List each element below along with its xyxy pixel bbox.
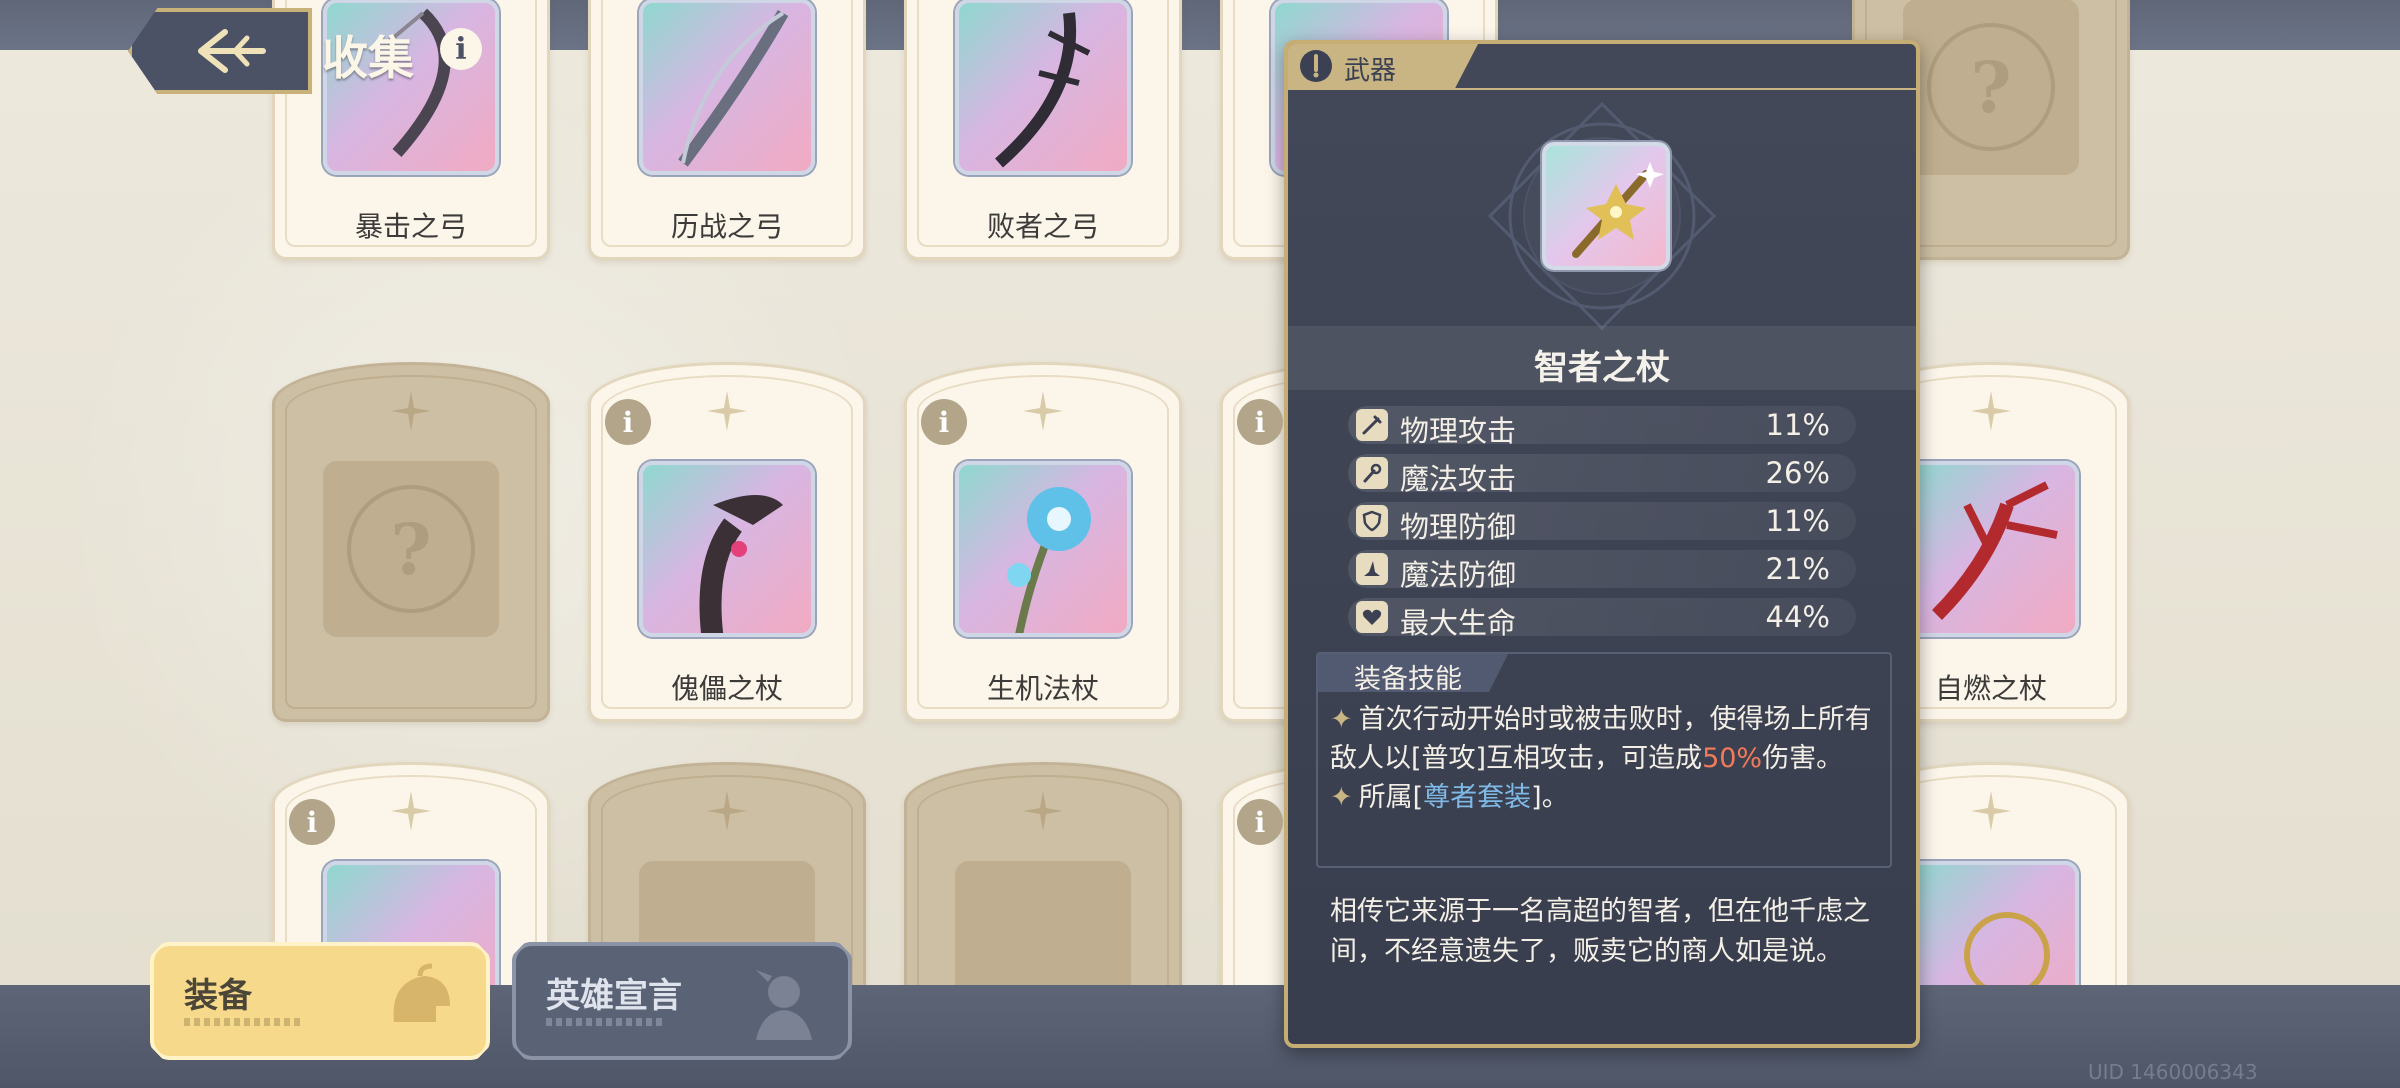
stat-row: 魔法防御 21% [1348, 550, 1856, 592]
stat-value: 26% [1765, 456, 1830, 490]
item-name: 智者之杖 [1534, 348, 1670, 388]
sparkle-icon [1023, 791, 1063, 831]
damage-percent: 50% [1702, 743, 1763, 774]
weapon-card[interactable]: i 生机法杖 [904, 362, 1182, 722]
back-button[interactable] [128, 8, 312, 94]
skill-title: 装备技能 [1354, 664, 1462, 695]
weapon-art [955, 461, 1131, 637]
shield-icon [1356, 505, 1388, 537]
weapon-art [639, 0, 815, 175]
info-icon[interactable]: i [1237, 799, 1283, 845]
stat-label: 魔法防御 [1400, 558, 1517, 592]
weapon-card[interactable]: i 傀儡之杖 [588, 362, 866, 722]
weapon-art [955, 0, 1131, 175]
weapon-name: 暴击之弓 [354, 210, 467, 243]
sparkle-icon [391, 391, 431, 431]
stat-row: 魔法攻击 26% [1348, 454, 1856, 496]
category-label: 武器 [1344, 56, 1397, 86]
stat-value: 44% [1765, 600, 1830, 634]
tab-label: 装备 [184, 976, 252, 1016]
sparkle-icon [391, 791, 431, 831]
info-icon[interactable]: i [921, 399, 967, 445]
weapon-art [639, 461, 815, 637]
star-icon: ✦ [1330, 704, 1353, 735]
info-icon[interactable]: i [605, 399, 651, 445]
info-icon[interactable]: i [1237, 399, 1283, 445]
sparkle-icon [1971, 791, 2011, 831]
helmet-icon [393, 963, 450, 1022]
sparkle-icon [707, 791, 747, 831]
item-lore: 相传它来源于一名高超的智者，但在他千虑之间，不经意遗失了，贩卖它的商人如是说。 [1330, 896, 1870, 967]
heart-icon [1356, 601, 1388, 633]
exclamation-icon [1300, 50, 1332, 82]
weapon-name: 历战之弓 [670, 210, 783, 243]
stat-label: 物理攻击 [1400, 414, 1517, 448]
star-icon: ✦ [1330, 782, 1353, 813]
skill-description: ✦ 首次行动开始时或被击败时，使得场上所有敌人以[普攻]互相攻击，可造成50%伤害… [1330, 704, 1872, 813]
weapon-name: 败者之弓 [986, 210, 1099, 243]
info-icon[interactable]: i [289, 799, 335, 845]
weapon-card[interactable]: 历战之弓 [588, 0, 866, 260]
back-arrow-icon [198, 29, 266, 73]
page-title: 收集 [322, 31, 414, 85]
locked-card[interactable]: ? [272, 362, 550, 722]
question-mark-icon: ? [347, 485, 475, 613]
locked-placeholder: ? [323, 461, 499, 637]
sparkle-icon [707, 391, 747, 431]
sparkle-icon [1023, 391, 1063, 431]
tab-label: 英雄宣言 [546, 976, 682, 1016]
stat-row: 物理攻击 11% [1348, 406, 1856, 448]
tab-decoration [546, 1018, 666, 1026]
weapon-art [1903, 461, 2079, 637]
tab-hero-declaration[interactable]: 英雄宣言 [512, 942, 852, 1060]
locked-placeholder: ? [1903, 0, 2079, 175]
item-icon [1542, 142, 1670, 270]
wizard-hat-icon [1356, 553, 1388, 585]
stat-label: 物理防御 [1400, 510, 1517, 544]
stat-row: 最大生命 44% [1348, 598, 1856, 640]
stat-value: 21% [1765, 552, 1830, 586]
weapon-name: 傀儡之杖 [670, 672, 783, 705]
tab-decoration [184, 1018, 304, 1026]
user-id: UID 1460006343 [2088, 1060, 2258, 1084]
sword-icon [1356, 409, 1388, 441]
wand-icon [1356, 457, 1388, 489]
stat-value: 11% [1765, 408, 1830, 442]
stat-row: 物理防御 11% [1348, 502, 1856, 544]
stat-value: 11% [1765, 504, 1830, 538]
info-icon[interactable]: i [440, 28, 482, 70]
question-mark-icon: ? [1927, 23, 2055, 151]
stat-label: 魔法攻击 [1400, 462, 1517, 496]
item-detail-panel: 武器 智者之杖 物理攻击 11% 魔法攻击 26% 物理防御 11% 魔法防御 … [1284, 40, 1920, 1048]
weapon-card[interactable]: 败者之弓 [904, 0, 1182, 260]
hero-bust-icon [756, 970, 812, 1040]
tab-equipment[interactable]: 装备 [150, 942, 490, 1060]
sparkle-icon [1971, 391, 2011, 431]
stat-label: 最大生命 [1400, 606, 1517, 640]
weapon-name: 生机法杖 [986, 672, 1099, 705]
set-link[interactable]: 尊者套装 [1423, 782, 1531, 813]
